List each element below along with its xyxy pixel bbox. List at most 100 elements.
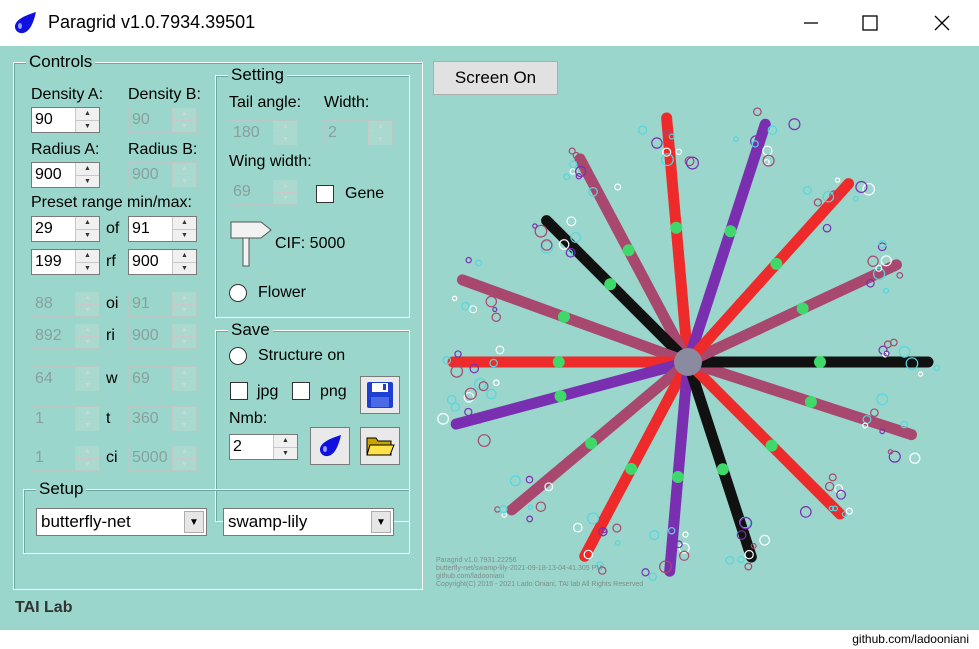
png-label: png: [320, 383, 347, 400]
t-min-value: 1: [35, 410, 44, 427]
flower-node-3: [724, 225, 737, 238]
footer-credit: github.com/ladooniani: [852, 632, 969, 646]
flower-node-8: [585, 437, 598, 450]
open-folder-button[interactable]: [360, 427, 400, 465]
radius-a-value[interactable]: 900: [32, 163, 75, 187]
spin-down-icon[interactable]: ▼: [273, 446, 297, 459]
ci-label: ci: [106, 449, 118, 466]
spin-down-icon[interactable]: ▼: [75, 261, 99, 274]
rf-max-value[interactable]: 900: [129, 250, 172, 274]
spin-up-icon[interactable]: ▲: [273, 435, 297, 447]
ri-max-spinner: 900 ▲ ▼: [128, 323, 197, 349]
flower-bubble: [813, 198, 823, 207]
radius-a-spinner[interactable]: 900 ▲ ▼: [31, 162, 100, 188]
rf-max-spinner[interactable]: 900 ▲ ▼: [128, 249, 197, 275]
flower-node-10: [671, 471, 684, 484]
flower-bubble: [464, 407, 473, 417]
flower-node-7: [554, 390, 567, 403]
density-b-spinner: 90 ▲ ▼: [128, 107, 197, 133]
flower-label: Flower: [258, 284, 307, 301]
nmb-label: Nmb:: [229, 410, 268, 427]
slider-thumb-icon[interactable]: [229, 216, 273, 268]
spin-up-icon[interactable]: ▲: [172, 250, 196, 262]
jpg-checkbox[interactable]: [230, 382, 248, 400]
flower-canvas: [437, 107, 941, 582]
gene-label: Gene: [345, 185, 385, 202]
spin-up-icon: ▲: [75, 407, 99, 419]
flower-bubble: [744, 562, 753, 571]
spin-up-icon[interactable]: ▲: [75, 217, 99, 229]
of-max-spinner[interactable]: 91 ▲ ▼: [128, 216, 197, 242]
spin-down-icon[interactable]: ▼: [75, 228, 99, 241]
png-checkbox[interactable]: [292, 382, 310, 400]
setup-combo-1[interactable]: butterfly-net ▼: [36, 508, 207, 536]
spin-down-icon: ▼: [172, 457, 196, 470]
radius-b-label: Radius B:: [128, 141, 198, 158]
structure-radio[interactable]: [229, 347, 247, 365]
flower-bubble: [725, 555, 735, 565]
density-a-spinner[interactable]: 90 ▲ ▼: [31, 107, 100, 133]
flower-bubble: [876, 393, 889, 406]
of-min-spinner[interactable]: 29 ▲ ▼: [31, 216, 100, 242]
spin-up-icon[interactable]: ▲: [75, 250, 99, 262]
setup-title: Setup: [36, 479, 87, 499]
density-a-label: Density A:: [31, 86, 104, 103]
flower-bubble: [586, 512, 600, 525]
nmb-value[interactable]: 2: [230, 435, 273, 459]
flower-radio[interactable]: [229, 284, 247, 302]
flower-bubble: [532, 223, 538, 229]
spin-down-icon[interactable]: ▼: [172, 261, 196, 274]
flower-bubble: [898, 345, 911, 358]
flower-bubble: [499, 505, 508, 514]
chevron-down-icon[interactable]: ▼: [184, 511, 204, 533]
of-min-value[interactable]: 29: [32, 217, 75, 241]
spin-down-icon[interactable]: ▼: [75, 119, 99, 132]
flower-bubble: [799, 506, 812, 518]
spin-down-icon[interactable]: ▼: [172, 228, 196, 241]
chevron-down-icon[interactable]: ▼: [371, 511, 391, 533]
flower-node-1: [670, 221, 683, 234]
spin-down-icon[interactable]: ▼: [75, 174, 99, 187]
spin-up-icon[interactable]: ▲: [75, 163, 99, 175]
w-label: w: [106, 370, 118, 387]
save-button[interactable]: [360, 376, 400, 414]
spin-down-icon: ▼: [75, 378, 99, 391]
flower-bubble: [917, 371, 924, 377]
flower-bubble: [465, 256, 472, 264]
flower-bubble: [909, 452, 921, 464]
spin-down-icon: ▼: [172, 119, 196, 132]
ci-max-spinner: 5000 ▲ ▼: [128, 445, 197, 471]
spin-up-icon[interactable]: ▲: [75, 108, 99, 120]
gene-checkbox[interactable]: [316, 185, 334, 203]
flower-bubble: [788, 118, 801, 131]
oi-label: oi: [106, 295, 119, 312]
width-spinner: 2 ▲ ▼: [324, 120, 393, 146]
of-max-value[interactable]: 91: [129, 217, 172, 241]
ci-max-value: 5000: [132, 449, 168, 466]
spin-up-icon: ▲: [368, 121, 392, 133]
minimize-icon: [804, 22, 818, 24]
flower-bubble: [883, 340, 892, 349]
ci-min-value: 1: [35, 449, 44, 466]
flower-node-13: [804, 395, 817, 408]
spin-up-icon[interactable]: ▲: [172, 217, 196, 229]
spin-down-icon: ▼: [75, 303, 99, 316]
radius-b-spinner: 900 ▲ ▼: [128, 162, 197, 188]
rf-min-value[interactable]: 199: [32, 250, 75, 274]
controls-title: Controls: [26, 52, 96, 72]
flower-bubble: [451, 295, 458, 302]
setup-combo-2[interactable]: swamp-lily ▼: [223, 508, 394, 536]
drop-button[interactable]: [310, 427, 350, 465]
client-area: Controls Density A: Density B: 90 ▲ ▼ 90 …: [0, 46, 979, 630]
rf-min-spinner[interactable]: 199 ▲ ▼: [31, 249, 100, 275]
minimize-button[interactable]: [779, 0, 843, 46]
density-a-value[interactable]: 90: [32, 108, 75, 132]
maximize-button[interactable]: [838, 0, 902, 46]
canvas-info-line-2: butterfly-net/swamp-lily-2021-09-18-13-0…: [436, 565, 603, 572]
save-title: Save: [228, 320, 273, 340]
nmb-spinner[interactable]: 2 ▲ ▼: [229, 434, 298, 460]
flower-bubble: [509, 475, 521, 487]
flower-bubble: [867, 255, 879, 267]
close-button[interactable]: [910, 0, 974, 46]
flower-bubble: [648, 572, 657, 582]
